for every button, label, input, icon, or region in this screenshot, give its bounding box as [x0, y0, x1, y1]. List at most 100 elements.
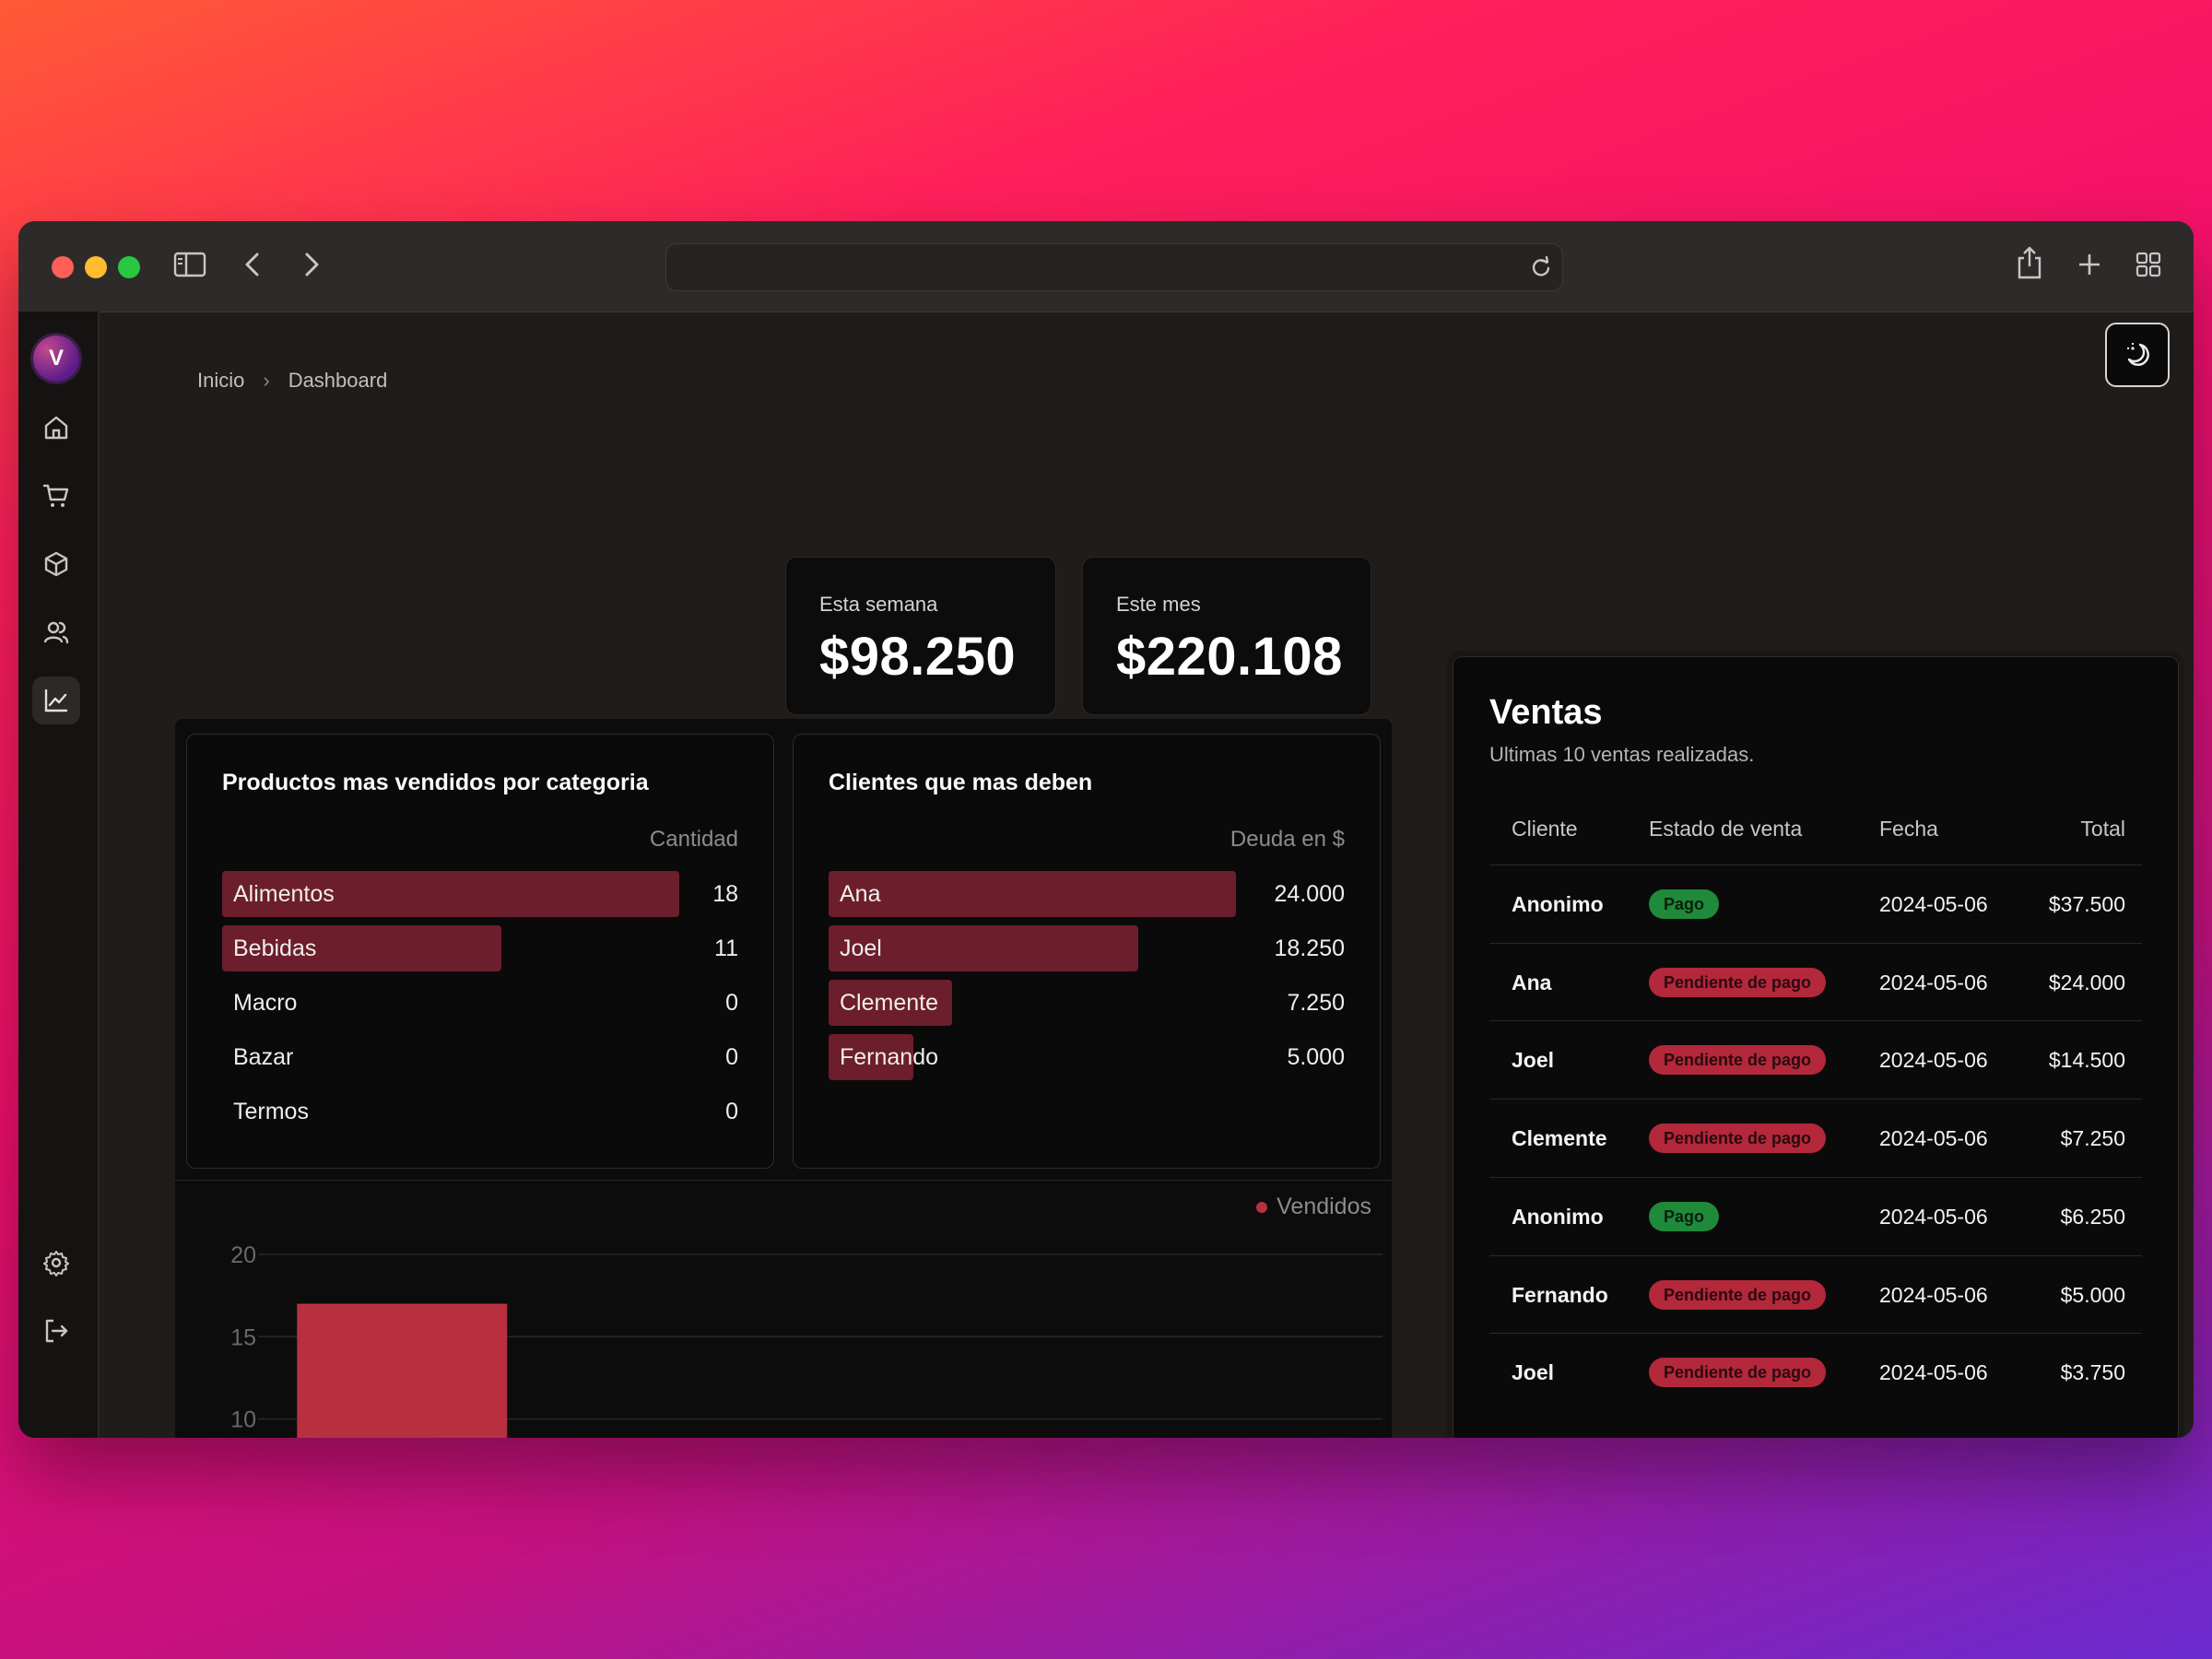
top-categories-title: Productos mas vendidos por categoria: [222, 770, 649, 795]
stat-month-label: Este mes: [1116, 593, 1201, 616]
status-badge: Pendiente de pago: [1649, 967, 1827, 997]
y-tick-label: 20: [230, 1242, 256, 1268]
app-sidebar: V: [18, 312, 100, 1438]
sidebar-toggle-icon[interactable]: [173, 251, 206, 283]
column-header-fecha[interactable]: Fecha: [1879, 817, 1938, 841]
products-sold-chart: Vendidos 0 5 10 15 20 Azucar Termo Blinders Vas…: [175, 1180, 1392, 1438]
table-row[interactable]: Ana Pendiente de pago 2024-05-06 $24.000: [1489, 942, 2142, 1021]
bar-list-label: Bebidas: [233, 935, 317, 961]
address-bar[interactable]: [665, 243, 1563, 291]
bar-list-label: Termos: [233, 1099, 309, 1124]
cell-fecha: 2024-05-06: [1879, 1360, 1988, 1385]
debt-column-header: Deuda en $: [1230, 827, 1345, 852]
column-header-estado[interactable]: Estado de venta: [1649, 817, 1802, 841]
back-arrow-icon[interactable]: [241, 251, 264, 283]
users-icon: [43, 621, 69, 644]
avatar-letter: V: [48, 346, 64, 371]
cell-fecha: 2024-05-06: [1879, 970, 1988, 994]
browser-window: V Inicio › Dashboard Esta semana $98.250…: [18, 221, 2194, 1438]
sales-title: Ventas: [1489, 693, 1603, 732]
bar-list-row: Bazar 0: [222, 1034, 738, 1080]
bar-list-value: 0: [725, 990, 738, 1016]
status-badge: Pendiente de pago: [1649, 1124, 1827, 1154]
cell-total: $6.250: [2060, 1204, 2125, 1229]
bar-chart-svg: 05101520Azucar Termo Blinders Vasos Luz Ma…: [230, 1242, 1382, 1438]
stat-month-value: $220.108: [1116, 627, 1343, 687]
bar-list-row: Fernando 5.000: [829, 1034, 1345, 1080]
table-row[interactable]: Joel Pendiente de pago 2024-05-06 $14.500: [1489, 1020, 2142, 1099]
cell-cliente: Ana: [1512, 970, 1552, 994]
table-row[interactable]: Joel Pendiente de pago 2024-05-06 $3.750: [1489, 1333, 2142, 1411]
table-row[interactable]: Clemente Pendiente de pago 2024-05-06 $7.25…: [1489, 1099, 2142, 1177]
cell-total: $7.250: [2060, 1126, 2125, 1151]
table-row[interactable]: Anonimo Pago 2024-05-06 $37.500: [1489, 865, 2142, 943]
status-badge: Pago: [1649, 889, 1720, 919]
home-icon: [44, 416, 68, 440]
status-badge: Pago: [1649, 1201, 1720, 1231]
cell-cliente: Anonimo: [1512, 892, 1604, 916]
bar-list-value: 18: [712, 881, 738, 907]
chart-bar[interactable]: [297, 1303, 508, 1438]
logout-icon: [45, 1319, 68, 1343]
breadcrumb-home-link[interactable]: Inicio: [197, 369, 244, 392]
cell-total: $24.000: [2048, 970, 2125, 994]
bar-list-fill: [829, 871, 1236, 917]
bar-list-label: Ana: [840, 881, 881, 907]
bar-list-value: 24.000: [1274, 881, 1345, 907]
table-row[interactable]: Anonimo Pago 2024-05-06 $6.250: [1489, 1176, 2142, 1255]
sidebar-item-logout[interactable]: [32, 1307, 80, 1355]
reload-icon[interactable]: [1529, 255, 1553, 284]
bar-list-value: 0: [725, 1099, 738, 1124]
bar-list-row: Macro 0: [222, 980, 738, 1026]
table-row[interactable]: Fernando Pendiente de pago 2024-05-06 $5.00…: [1489, 1254, 2142, 1334]
sidebar-item-sales[interactable]: [32, 472, 80, 520]
bar-list-value: 11: [714, 935, 738, 961]
top-debtors-title: Clientes que mas deben: [829, 770, 1093, 795]
stat-week-label: Esta semana: [819, 593, 938, 616]
cell-fecha: 2024-05-06: [1879, 1048, 1988, 1073]
sidebar-item-products[interactable]: [32, 540, 80, 588]
status-badge: Pendiente de pago: [1649, 1279, 1827, 1310]
breadcrumb: Inicio › Dashboard: [197, 369, 387, 393]
stat-week-value: $98.250: [819, 627, 1017, 687]
share-icon[interactable]: [2015, 245, 2044, 285]
bar-list-label: Fernando: [840, 1044, 939, 1070]
cell-total: $14.500: [2048, 1048, 2125, 1073]
maximize-window-button[interactable]: [118, 256, 140, 278]
cell-fecha: 2024-05-06: [1879, 892, 1988, 916]
status-badge: Pendiente de pago: [1649, 1358, 1827, 1388]
forward-arrow-icon[interactable]: [300, 251, 323, 283]
avatar[interactable]: V: [33, 335, 79, 382]
theme-toggle-button[interactable]: [2105, 323, 2170, 387]
bar-list-label: Alimentos: [233, 881, 335, 907]
quantity-column-header: Cantidad: [649, 827, 738, 852]
cell-cliente: Joel: [1512, 1048, 1555, 1073]
top-debtors-card: Clientes que mas deben Deuda en $ Ana 24.…: [793, 734, 1381, 1169]
bar-list-row: Alimentos 18: [222, 871, 738, 917]
bar-list-row: Ana 24.000: [829, 871, 1345, 917]
bar-list-label: Bazar: [233, 1044, 294, 1070]
cell-total: $5.000: [2060, 1282, 2125, 1307]
bar-list-value: 18.250: [1274, 935, 1345, 961]
sidebar-item-dashboard[interactable]: [32, 677, 80, 724]
gear-icon: [43, 1251, 69, 1277]
cell-cliente: Clemente: [1512, 1126, 1607, 1151]
sidebar-item-clients[interactable]: [32, 608, 80, 656]
close-window-button[interactable]: [52, 256, 74, 278]
top-categories-card: Productos mas vendidos por categoria Can…: [186, 734, 774, 1169]
bar-list-value: 7.250: [1287, 990, 1345, 1016]
column-header-cliente[interactable]: Cliente: [1512, 817, 1578, 841]
tab-overview-icon[interactable]: [2135, 251, 2162, 283]
cart-icon: [42, 484, 69, 507]
minimize-window-button[interactable]: [85, 256, 107, 278]
chevron-right-icon: ›: [263, 369, 270, 392]
sidebar-item-home[interactable]: [32, 404, 80, 452]
bar-list-row: Joel 18.250: [829, 925, 1345, 971]
breadcrumb-current: Dashboard: [288, 369, 388, 392]
new-tab-icon[interactable]: [2076, 251, 2103, 283]
cell-fecha: 2024-05-06: [1879, 1282, 1988, 1307]
column-header-total[interactable]: Total: [2080, 817, 2125, 841]
sidebar-item-settings[interactable]: [32, 1239, 80, 1287]
chart-icon: [44, 688, 68, 712]
cell-cliente: Joel: [1512, 1360, 1555, 1385]
